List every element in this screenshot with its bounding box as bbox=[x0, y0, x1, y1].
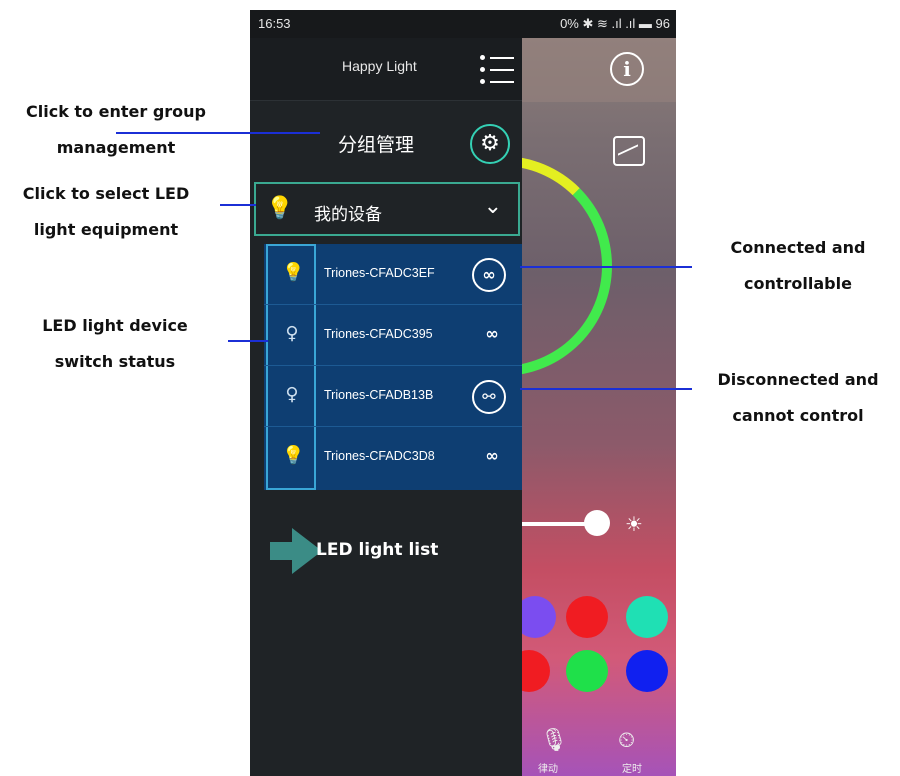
annotation-line-connected bbox=[520, 266, 692, 268]
side-drawer: Happy Light 分组管理 ⚙ 💡 我的设备 ⌄ 💡 Triones-CF… bbox=[250, 38, 522, 776]
link-icon[interactable]: ∞ bbox=[479, 445, 505, 467]
bulb-on-icon[interactable]: 💡 bbox=[282, 445, 304, 467]
timer-label[interactable]: 定时 bbox=[622, 760, 642, 775]
device-row[interactable]: 💡 Triones-CFADC3D8 ∞ bbox=[264, 427, 522, 488]
color-swatch-red[interactable] bbox=[566, 596, 608, 638]
timer-icon[interactable]: ⏲ bbox=[618, 728, 635, 753]
microphone-icon[interactable]: 🎙 bbox=[540, 728, 568, 753]
annotation-line-select bbox=[220, 204, 256, 206]
annotation-select: Click to select LED light equipment bbox=[22, 184, 190, 239]
chevron-down-icon[interactable]: ⌄ bbox=[484, 194, 502, 219]
device-name[interactable]: Triones-CFADC395 bbox=[324, 327, 433, 341]
link-icon[interactable]: ∞ bbox=[479, 323, 505, 345]
device-name[interactable]: Triones-CFADC3EF bbox=[324, 266, 435, 280]
annotation-connected: Connected and controllable bbox=[730, 238, 866, 293]
device-row[interactable]: ♀ Triones-CFADC395 ∞ bbox=[264, 305, 522, 366]
status-bar: 16:53 0% ✱ ≋ .ıl .ıl ▬ 96 bbox=[250, 10, 676, 38]
group-management-row[interactable]: 分组管理 ⚙ bbox=[250, 102, 522, 182]
link-icon[interactable]: ∞ bbox=[472, 258, 506, 292]
color-swatch-blue[interactable] bbox=[626, 650, 668, 692]
bulb-on-icon[interactable]: 💡 bbox=[282, 262, 304, 284]
device-name[interactable]: Triones-CFADB13B bbox=[324, 388, 433, 402]
menu-list-icon[interactable] bbox=[480, 52, 514, 86]
group-management-label[interactable]: 分组管理 bbox=[338, 130, 414, 157]
color-swatch-green[interactable] bbox=[566, 650, 608, 692]
brightness-icon: ☀ bbox=[625, 512, 643, 536]
annotation-disconnected: Disconnected and cannot control bbox=[717, 370, 879, 425]
annotation-line-status bbox=[228, 340, 268, 342]
music-mode-label[interactable]: 律动 bbox=[538, 760, 558, 775]
device-row[interactable]: ♀ Triones-CFADB13B ⚯ bbox=[264, 366, 522, 427]
info-icon[interactable]: i bbox=[610, 52, 644, 86]
led-light-list-label: LED light list bbox=[316, 540, 439, 560]
annotation-status: LED light device switch status bbox=[42, 316, 188, 371]
device-selector-label[interactable]: 我的设备 bbox=[314, 200, 382, 225]
bulb-off-icon[interactable]: ♀ bbox=[282, 323, 302, 345]
status-indicators: 0% ✱ ≋ .ıl .ıl ▬ 96 bbox=[560, 16, 670, 31]
drawer-header: Happy Light bbox=[250, 38, 522, 101]
device-row[interactable]: 💡 Triones-CFADC3EF ∞ bbox=[264, 244, 522, 305]
annotation-group: Click to enter group management bbox=[26, 102, 206, 157]
app-title: Happy Light bbox=[342, 58, 417, 74]
gallery-icon[interactable] bbox=[613, 136, 645, 166]
color-swatch-teal[interactable] bbox=[626, 596, 668, 638]
device-list: 💡 Triones-CFADC3EF ∞ ♀ Triones-CFADC395 … bbox=[264, 244, 522, 490]
bulb-off-icon[interactable]: ♀ bbox=[282, 384, 302, 406]
main-control-panel: i ☀ 🎙 律动 ⏲ 定时 bbox=[392, 38, 676, 776]
broken-link-icon[interactable]: ⚯ bbox=[472, 380, 506, 414]
brightness-slider-knob[interactable] bbox=[584, 510, 610, 536]
device-name[interactable]: Triones-CFADC3D8 bbox=[324, 449, 435, 463]
phone-screen: 16:53 0% ✱ ≋ .ıl .ıl ▬ 96 i ☀ 🎙 律动 ⏲ 定时 … bbox=[250, 10, 676, 776]
annotation-line-disconnected bbox=[520, 388, 692, 390]
device-selector[interactable]: 💡 我的设备 ⌄ bbox=[254, 182, 520, 236]
gear-icon[interactable]: ⚙ bbox=[470, 124, 510, 164]
bulbs-icon: 💡 bbox=[266, 196, 294, 221]
status-time: 16:53 bbox=[258, 16, 291, 31]
